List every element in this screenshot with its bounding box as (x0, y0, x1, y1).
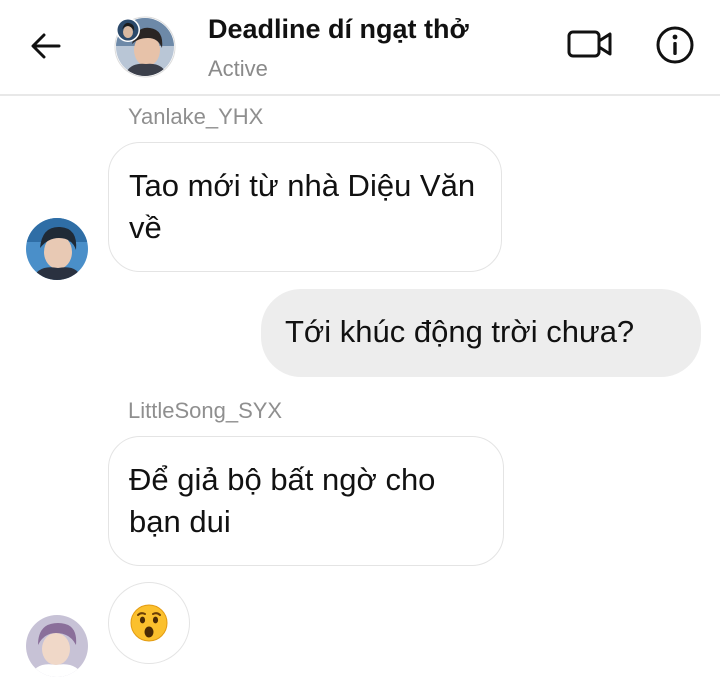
message-text: Tới khúc động trời chưa? (285, 314, 635, 349)
info-button[interactable] (650, 20, 700, 70)
sender-name: LittleSong_SYX (128, 398, 283, 423)
message-bubble-incoming[interactable]: Tao mới từ nhà Diệu Văn về (108, 142, 502, 272)
message-text: Để giả bộ bất ngờ cho bạn dui (129, 462, 436, 539)
message-text: Tao mới từ nhà Diệu Văn về (129, 168, 476, 245)
group-avatar[interactable] (114, 16, 176, 78)
avatar[interactable] (26, 615, 88, 677)
chat-title[interactable]: Deadline dí ngạt thở (208, 14, 469, 45)
sender-name: Yanlake_YHX (128, 104, 264, 129)
chat-header: Deadline dí ngạt thở Active (0, 0, 720, 96)
hushed-face-icon (130, 604, 168, 642)
back-button[interactable] (22, 22, 70, 70)
arrow-left-icon (31, 33, 61, 59)
avatar[interactable] (26, 218, 88, 280)
message-bubble-outgoing[interactable]: Tới khúc động trời chưa? (261, 289, 701, 377)
emoji-message-bubble[interactable] (108, 582, 190, 664)
info-icon (656, 26, 694, 64)
active-status: Active (208, 56, 268, 81)
video-camera-icon (567, 30, 612, 58)
video-call-button[interactable] (562, 20, 618, 68)
message-bubble-incoming[interactable]: Để giả bộ bất ngờ cho bạn dui (108, 436, 504, 566)
